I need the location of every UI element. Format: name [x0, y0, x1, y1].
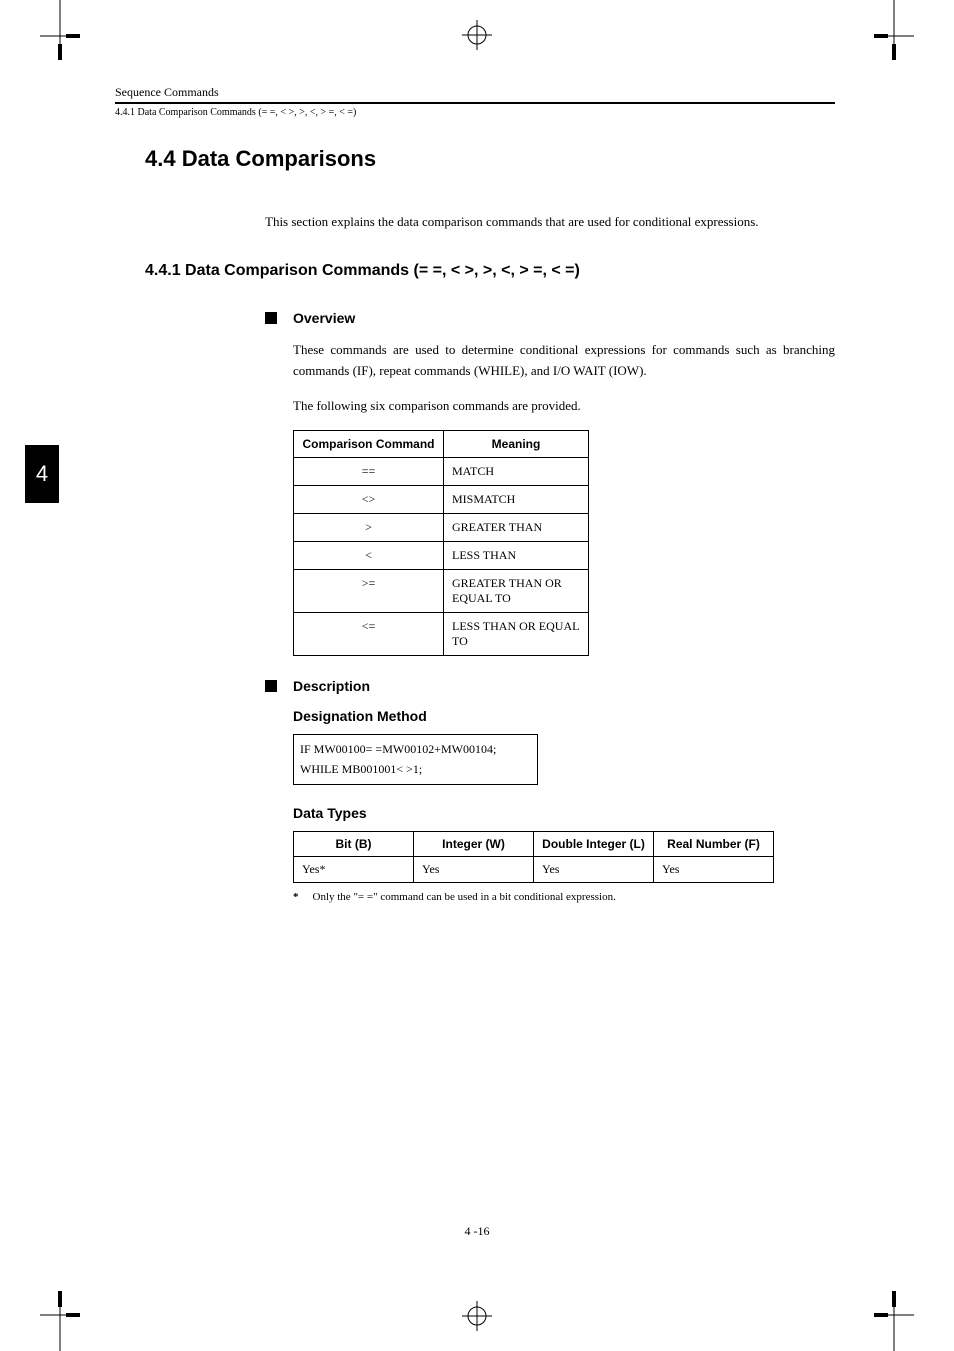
th-mean: Meaning [444, 431, 589, 458]
types-table: Bit (B) Integer (W) Double Integer (L) R… [293, 831, 774, 883]
intro-text: This section explains the data compariso… [265, 214, 835, 230]
code-line: WHILE MB001001< >1; [300, 760, 531, 779]
table-row: >GREATER THAN [294, 514, 589, 542]
overview-p2: The following six comparison commands ar… [293, 396, 835, 417]
overview-p1: These commands are used to determine con… [293, 340, 835, 382]
bullet-icon [265, 680, 277, 692]
bullet-icon [265, 312, 277, 324]
footnote-mark: * [293, 891, 299, 903]
footnote: * Only the "= =" command can be used in a… [293, 891, 835, 903]
chapter-tab: 4 [25, 445, 59, 503]
table-row: Yes* Yes Yes Yes [294, 856, 774, 882]
table-row: ==MATCH [294, 458, 589, 486]
table-row: <=LESS THAN OR EQUAL TO [294, 613, 589, 656]
page-number: 4 -16 [465, 1224, 490, 1239]
description-heading: Description [265, 678, 835, 694]
page-content: 4 Sequence Commands 4.4.1 Data Compariso… [115, 85, 835, 903]
th-cmd: Comparison Command [294, 431, 444, 458]
sub-head: 4.4.1 Data Comparison Commands (= =, < >… [115, 107, 835, 118]
code-box: IF MW00100= =MW00102+MW00104; WHILE MB00… [293, 734, 538, 784]
types-heading: Data Types [293, 805, 835, 821]
footnote-text: Only the "= =" command can be used in a … [313, 891, 616, 903]
table-row: <>MISMATCH [294, 486, 589, 514]
overview-label: Overview [293, 310, 355, 326]
th-real: Real Number (F) [654, 831, 774, 856]
overview-heading: Overview [265, 310, 835, 326]
running-head: Sequence Commands [115, 85, 835, 100]
code-line: IF MW00100= =MW00102+MW00104; [300, 740, 531, 759]
table-row: <LESS THAN [294, 542, 589, 570]
comparison-table: Comparison Command Meaning ==MATCH <>MIS… [293, 430, 589, 656]
subsection-title: 4.4.1 Data Comparison Commands (= =, < >… [145, 262, 835, 280]
description-label: Description [293, 678, 370, 694]
th-long: Double Integer (L) [534, 831, 654, 856]
rule [115, 102, 835, 104]
th-bit: Bit (B) [294, 831, 414, 856]
section-title: 4.4 Data Comparisons [145, 146, 835, 172]
designation-heading: Designation Method [293, 708, 835, 724]
table-row: >=GREATER THAN OR EQUAL TO [294, 570, 589, 613]
th-int: Integer (W) [414, 831, 534, 856]
